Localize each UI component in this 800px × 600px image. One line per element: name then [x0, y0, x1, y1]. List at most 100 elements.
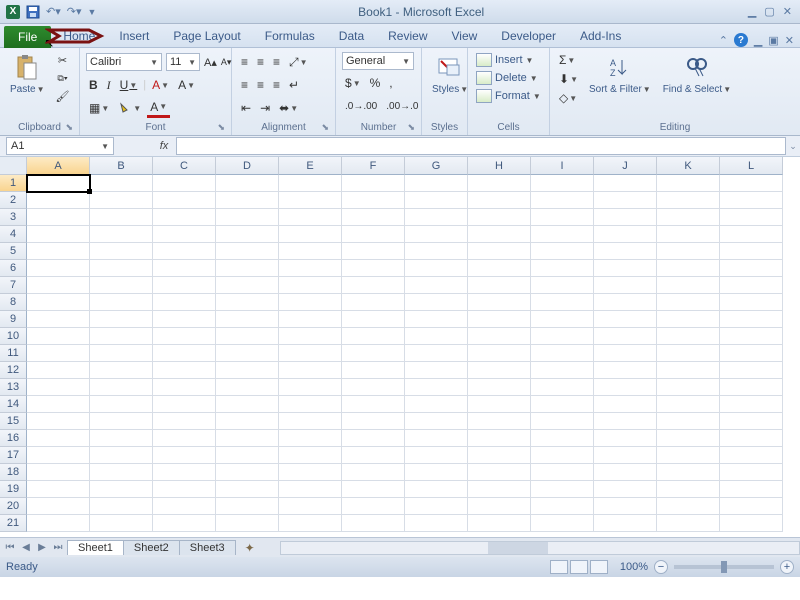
cell[interactable] — [216, 481, 279, 498]
cell[interactable] — [279, 277, 342, 294]
cell[interactable] — [468, 498, 531, 515]
cell[interactable] — [405, 294, 468, 311]
cell[interactable] — [153, 226, 216, 243]
italic-button[interactable]: I — [104, 77, 114, 94]
save-icon[interactable] — [26, 5, 40, 19]
cell[interactable] — [153, 498, 216, 515]
dialog-launcher-icon[interactable]: ⬊ — [321, 122, 329, 133]
cell[interactable] — [216, 260, 279, 277]
percent-button[interactable]: % — [367, 75, 384, 91]
cell[interactable] — [405, 396, 468, 413]
cell[interactable] — [468, 379, 531, 396]
redo-icon[interactable]: ↷▾ — [67, 5, 82, 18]
cell[interactable] — [657, 430, 720, 447]
zoom-slider[interactable] — [674, 565, 774, 569]
cell[interactable] — [279, 175, 342, 192]
font-color-button[interactable]: A▼ — [149, 77, 172, 93]
cell[interactable] — [531, 192, 594, 209]
cell[interactable] — [153, 260, 216, 277]
cell[interactable] — [216, 396, 279, 413]
cell[interactable] — [720, 413, 783, 430]
dialog-launcher-icon[interactable]: ⬊ — [407, 122, 415, 133]
cell[interactable] — [720, 277, 783, 294]
cell[interactable] — [657, 362, 720, 379]
format-cells-button[interactable]: Format▼ — [474, 88, 543, 104]
cell[interactable] — [27, 226, 90, 243]
cell[interactable] — [279, 260, 342, 277]
cell[interactable] — [216, 362, 279, 379]
cell[interactable] — [342, 294, 405, 311]
tab-review[interactable]: Review — [376, 25, 439, 47]
sheet-nav-next-icon[interactable]: ▶ — [34, 542, 50, 553]
zoom-in-button[interactable]: + — [780, 560, 794, 574]
insert-cells-button[interactable]: Insert▼ — [474, 52, 535, 68]
cell[interactable] — [720, 294, 783, 311]
cell[interactable] — [279, 481, 342, 498]
cell[interactable] — [342, 413, 405, 430]
cell[interactable] — [342, 447, 405, 464]
minimize-ribbon-icon[interactable]: ⌃ — [719, 34, 728, 47]
cell[interactable] — [27, 396, 90, 413]
cell[interactable] — [90, 345, 153, 362]
cell[interactable] — [153, 396, 216, 413]
cell[interactable] — [594, 209, 657, 226]
cell[interactable] — [594, 481, 657, 498]
cell[interactable] — [720, 226, 783, 243]
cell[interactable] — [405, 447, 468, 464]
sort-filter-button[interactable]: AZ Sort & Filter▼ — [585, 52, 655, 97]
row-header[interactable]: 1 — [0, 175, 27, 192]
cell[interactable] — [468, 328, 531, 345]
cell[interactable] — [468, 464, 531, 481]
font-size-a[interactable]: A▼ — [175, 77, 198, 93]
cell[interactable] — [216, 498, 279, 515]
column-header[interactable]: A — [27, 157, 90, 175]
font-size-combo[interactable]: 11▼ — [166, 53, 200, 71]
cell[interactable] — [405, 430, 468, 447]
align-center-icon[interactable]: ≡ — [254, 77, 267, 93]
align-top-icon[interactable]: ≡ — [238, 54, 251, 70]
column-header[interactable]: G — [405, 157, 468, 175]
cell[interactable] — [279, 515, 342, 532]
cell[interactable] — [531, 515, 594, 532]
cell[interactable] — [405, 464, 468, 481]
column-header[interactable]: J — [594, 157, 657, 175]
cell[interactable] — [531, 362, 594, 379]
cell[interactable] — [153, 379, 216, 396]
cell[interactable] — [90, 277, 153, 294]
fill-color-button[interactable]: ▼ — [115, 101, 144, 115]
cell[interactable] — [27, 464, 90, 481]
cell[interactable] — [531, 260, 594, 277]
cell[interactable] — [468, 396, 531, 413]
cell[interactable] — [657, 345, 720, 362]
cell[interactable] — [405, 192, 468, 209]
cell[interactable] — [342, 243, 405, 260]
cell[interactable] — [468, 209, 531, 226]
autosum-button[interactable]: Σ▼ — [556, 52, 581, 68]
formula-input[interactable] — [176, 137, 786, 155]
cell[interactable] — [342, 260, 405, 277]
cell[interactable] — [342, 328, 405, 345]
cell[interactable] — [90, 481, 153, 498]
cell[interactable] — [405, 328, 468, 345]
row-header[interactable]: 14 — [0, 396, 27, 413]
cell[interactable] — [531, 447, 594, 464]
cell[interactable] — [405, 481, 468, 498]
cell[interactable] — [594, 192, 657, 209]
cell[interactable] — [531, 226, 594, 243]
sheet-nav-last-icon[interactable]: ⏭ — [50, 542, 66, 553]
cell[interactable] — [279, 192, 342, 209]
cell[interactable] — [594, 277, 657, 294]
cell[interactable] — [27, 481, 90, 498]
cell[interactable] — [90, 192, 153, 209]
align-left-icon[interactable]: ≡ — [238, 77, 251, 93]
cell[interactable] — [531, 243, 594, 260]
column-header[interactable]: E — [279, 157, 342, 175]
increase-decimal-icon[interactable]: .0→.00 — [342, 100, 380, 113]
grow-font-icon[interactable]: A▴ — [204, 56, 217, 69]
doc-restore-icon[interactable]: ▣ — [768, 34, 778, 47]
paste-button[interactable]: Paste▼ — [6, 52, 49, 97]
cell[interactable] — [720, 464, 783, 481]
maximize-icon[interactable]: ▢ — [764, 5, 774, 18]
cell[interactable] — [720, 243, 783, 260]
decrease-decimal-icon[interactable]: .00→.0 — [383, 100, 421, 113]
